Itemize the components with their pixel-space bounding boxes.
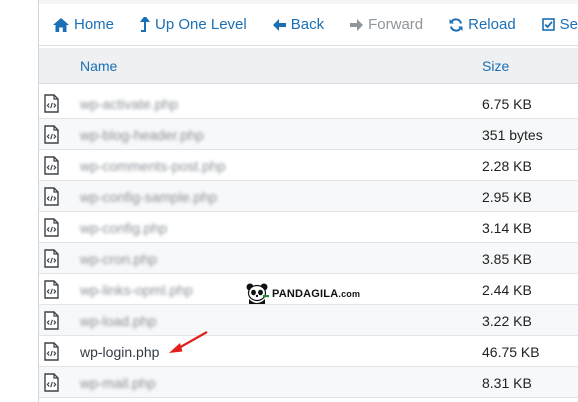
watermark-text: PANDAGILA.com: [272, 288, 360, 300]
code-file-icon: [44, 311, 59, 330]
reload-button[interactable]: Reload: [449, 16, 516, 33]
level-up-icon: [140, 17, 151, 32]
watermark: PANDAGILA.com: [245, 283, 360, 305]
file-name[interactable]: wp-comments-post.php: [80, 158, 226, 174]
file-size: 2.28 KB: [482, 158, 532, 174]
file-size: 3.14 KB: [482, 220, 532, 236]
file-name[interactable]: wp-activate.php: [80, 96, 178, 112]
file-list: wp-activate.php 6.75 KB wp-blog-header.p…: [39, 88, 578, 398]
code-file-icon: [44, 373, 59, 392]
code-file-icon: [44, 342, 59, 361]
file-size: 46.75 KB: [482, 344, 540, 360]
watermark-domain: .com: [338, 289, 361, 299]
table-row[interactable]: wp-load.php 3.22 KB: [39, 305, 578, 336]
file-name[interactable]: wp-links-opml.php: [80, 282, 193, 298]
table-row[interactable]: wp-login.php 46.75 KB: [39, 336, 578, 367]
code-file-icon: [44, 249, 59, 268]
forward-label: Forward: [368, 16, 424, 33]
table-header: Name Size: [39, 48, 578, 84]
table-row[interactable]: wp-config.php 3.14 KB: [39, 212, 578, 243]
reload-label: Reload: [468, 16, 516, 33]
checkbox-icon: [541, 18, 555, 31]
home-icon: [53, 17, 69, 32]
code-file-icon: [44, 94, 59, 113]
file-size: 8.31 KB: [482, 375, 532, 391]
file-size: 2.44 KB: [482, 282, 532, 298]
red-arrow-annotation: [169, 331, 208, 353]
reload-icon: [449, 17, 463, 32]
toolbar: Home Up One Level Back Forward Reload Se: [39, 4, 578, 46]
back-button[interactable]: Back: [272, 16, 325, 33]
table-row[interactable]: wp-comments-post.php 2.28 KB: [39, 150, 578, 181]
up-one-level-label: Up One Level: [155, 16, 247, 33]
table-row[interactable]: wp-mail.php 8.31 KB: [39, 367, 578, 398]
file-size: 351 bytes: [482, 127, 543, 143]
file-size: 6.75 KB: [482, 96, 532, 112]
table-row[interactable]: wp-cron.php 3.85 KB: [39, 243, 578, 274]
select-label: Select: [559, 16, 578, 33]
file-size: 3.22 KB: [482, 313, 532, 329]
file-name[interactable]: wp-config-sample.php: [80, 189, 217, 205]
file-name[interactable]: wp-config.php: [80, 220, 167, 236]
code-file-icon: [44, 156, 59, 175]
arrow-right-icon: [350, 18, 364, 31]
forward-button[interactable]: Forward: [350, 16, 423, 33]
select-button[interactable]: Select: [541, 16, 578, 33]
back-label: Back: [290, 16, 325, 33]
code-file-icon: [44, 125, 59, 144]
code-file-icon: [44, 218, 59, 237]
file-name[interactable]: wp-login.php: [80, 344, 159, 360]
panda-logo-icon: [246, 283, 269, 304]
column-header-name[interactable]: Name: [80, 58, 117, 74]
watermark-brand: PANDAGILA: [272, 288, 339, 300]
file-size: 3.85 KB: [482, 251, 532, 267]
file-name[interactable]: wp-blog-header.php: [80, 127, 204, 143]
home-button[interactable]: Home: [53, 16, 114, 33]
file-name[interactable]: wp-mail.php: [80, 375, 155, 391]
table-row[interactable]: wp-blog-header.php 351 bytes: [39, 119, 578, 150]
code-file-icon: [44, 187, 59, 206]
up-one-level-button[interactable]: Up One Level: [140, 16, 247, 33]
arrow-left-icon: [272, 18, 286, 31]
file-name[interactable]: wp-cron.php: [80, 251, 157, 267]
column-header-size[interactable]: Size: [482, 58, 509, 74]
code-file-icon: [44, 280, 59, 299]
file-name[interactable]: wp-load.php: [80, 313, 156, 329]
file-size: 2.95 KB: [482, 189, 532, 205]
file-manager: Home Up One Level Back Forward Reload Se…: [38, 0, 578, 402]
home-label: Home: [74, 16, 115, 33]
table-row[interactable]: wp-activate.php 6.75 KB: [39, 88, 578, 119]
table-row[interactable]: wp-config-sample.php 2.95 KB: [39, 181, 578, 212]
